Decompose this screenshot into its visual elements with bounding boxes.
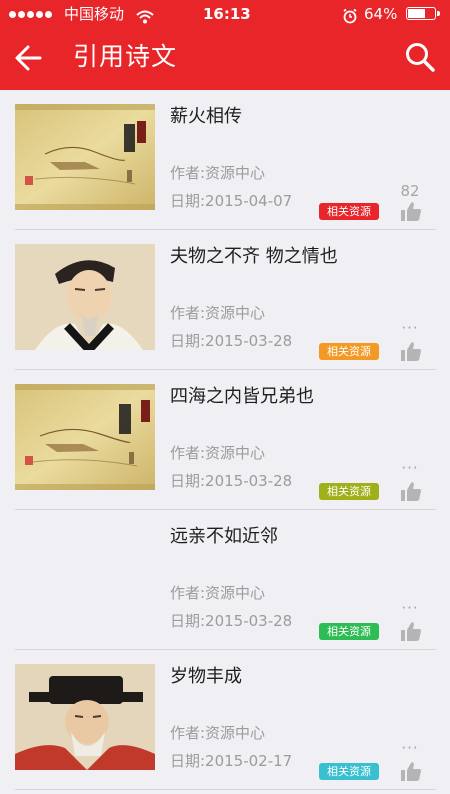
list-item[interactable]: 岁物丰成 作者:资源中心 日期:2015-02-17 相关资源 ··· xyxy=(0,650,450,790)
item-date: 日期:2015-03-28 xyxy=(170,332,293,350)
like-count: ··· xyxy=(401,599,419,617)
carrier-name: 中国移动 xyxy=(64,5,125,23)
item-author: 作者:资源中心 xyxy=(170,584,266,602)
signal-strength-icon xyxy=(9,0,54,28)
battery-icon xyxy=(406,7,440,20)
item-date: 日期:2015-03-28 xyxy=(170,472,293,490)
item-author: 作者:资源中心 xyxy=(170,304,266,322)
item-author: 作者:资源中心 xyxy=(170,164,266,182)
search-icon xyxy=(406,43,435,72)
official-portrait-thumbnail xyxy=(15,664,155,770)
item-date: 日期:2015-03-28 xyxy=(170,612,293,630)
like-count: ··· xyxy=(401,459,419,477)
nav-bar: 引用诗文 xyxy=(0,28,450,90)
zhuangzi-cover-thumbnail xyxy=(15,104,155,210)
item-title: 薪火相传 xyxy=(170,106,242,127)
list-item[interactable]: 四海之内皆兄弟也 作者:资源中心 日期:2015-03-28 相关资源 ··· xyxy=(0,370,450,510)
thumbs-up-icon[interactable] xyxy=(399,340,423,362)
item-title: 夫物之不齐 物之情也 xyxy=(170,246,338,267)
item-author: 作者:资源中心 xyxy=(170,444,266,462)
page-title: 引用诗文 xyxy=(73,42,178,71)
item-title: 岁物丰成 xyxy=(170,666,242,687)
list-item[interactable]: 夫物之不齐 物之情也 作者:资源中心 日期:2015-03-28 相关资源 ··… xyxy=(0,230,450,370)
search-button[interactable] xyxy=(402,39,438,75)
battery-percent: 64% xyxy=(364,5,398,23)
like-count: 82 xyxy=(400,182,420,200)
arrow-left-icon xyxy=(15,45,42,71)
list-item[interactable]: 远亲不如近邻 作者:资源中心 日期:2015-03-28 相关资源 ··· xyxy=(0,510,450,650)
list-item[interactable]: 薪火相传 作者:资源中心 日期:2015-04-07 相关资源 82 xyxy=(0,90,450,230)
like-count: ··· xyxy=(401,319,419,337)
poem-list: 薪火相传 作者:资源中心 日期:2015-04-07 相关资源 82 夫物之不齐… xyxy=(0,90,450,790)
related-resources-badge[interactable]: 相关资源 xyxy=(319,203,379,220)
item-date: 日期:2015-02-17 xyxy=(170,752,293,770)
related-resources-badge[interactable]: 相关资源 xyxy=(319,763,379,780)
thumbs-up-icon[interactable] xyxy=(399,200,423,222)
item-date: 日期:2015-04-07 xyxy=(170,192,293,210)
status-time: 16:13 xyxy=(203,5,251,23)
thumbs-up-icon[interactable] xyxy=(399,480,423,502)
related-resources-badge[interactable]: 相关资源 xyxy=(319,343,379,360)
thumbs-up-icon[interactable] xyxy=(399,620,423,642)
related-resources-badge[interactable]: 相关资源 xyxy=(319,623,379,640)
item-title: 四海之内皆兄弟也 xyxy=(170,386,314,407)
item-title: 远亲不如近邻 xyxy=(170,526,278,547)
divider xyxy=(15,789,436,790)
lunyu-cover-thumbnail xyxy=(15,384,155,490)
thumbs-up-icon[interactable] xyxy=(399,760,423,782)
related-resources-badge[interactable]: 相关资源 xyxy=(319,483,379,500)
app-header: 中国移动 16:13 64% 引用诗文 xyxy=(0,0,450,90)
item-author: 作者:资源中心 xyxy=(170,724,266,742)
status-bar: 中国移动 16:13 64% xyxy=(0,0,450,28)
like-count: ··· xyxy=(401,739,419,757)
back-button[interactable] xyxy=(12,40,48,76)
scholar-portrait-thumbnail xyxy=(15,244,155,350)
